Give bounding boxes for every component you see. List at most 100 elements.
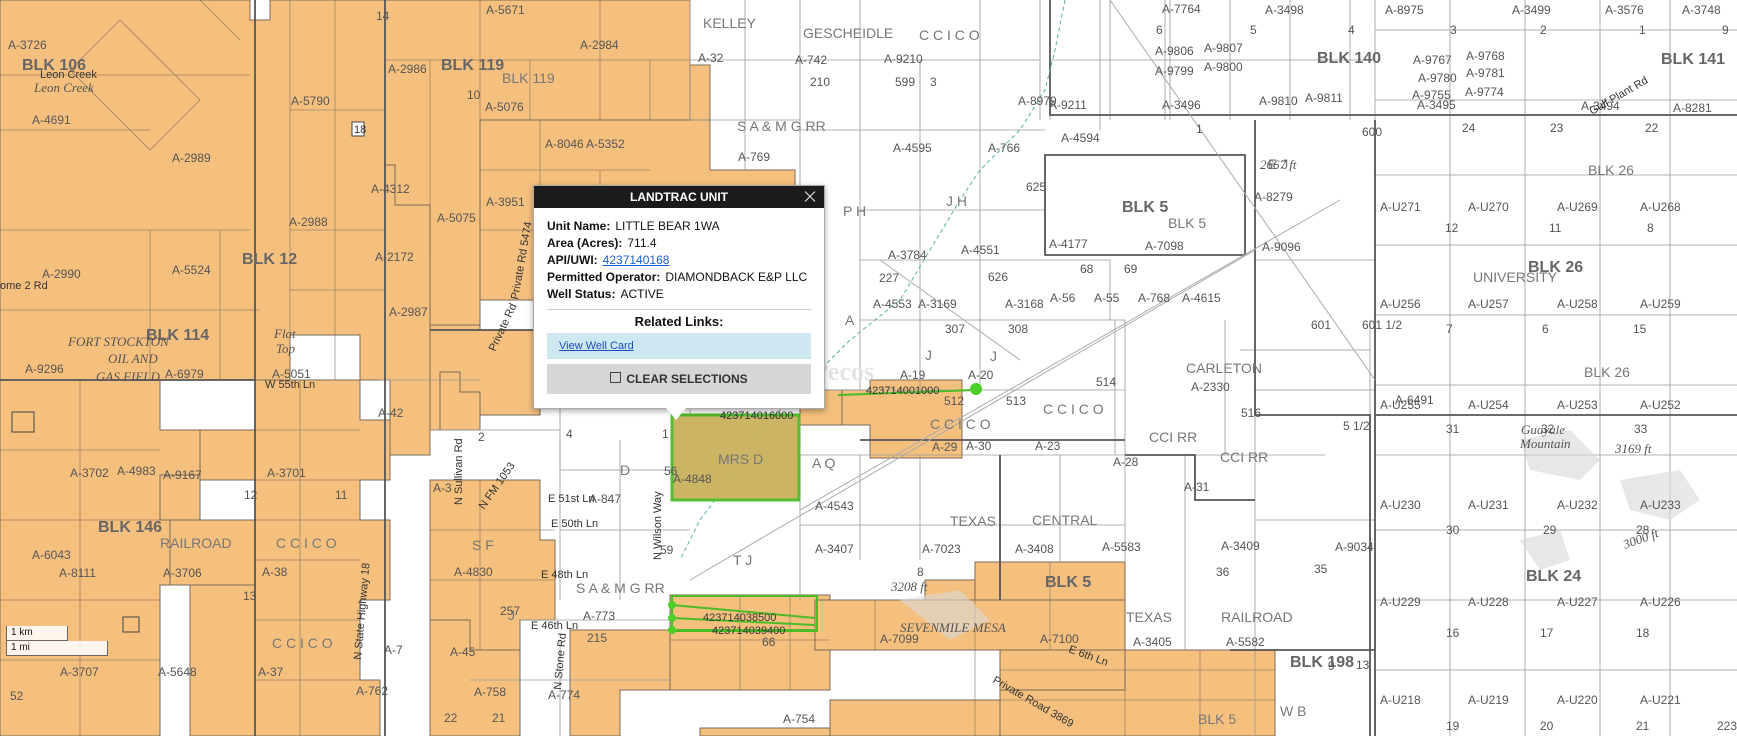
svg-text:A-31: A-31	[1184, 480, 1210, 494]
svg-text:A-20: A-20	[968, 368, 994, 382]
svg-text:1: 1	[1196, 122, 1203, 136]
svg-text:A-9210: A-9210	[884, 52, 923, 66]
well-label: 423714016000	[720, 410, 793, 422]
svg-text:A-23: A-23	[1035, 439, 1061, 453]
svg-text:CCI RR: CCI RR	[1149, 429, 1197, 445]
svg-text:A-U218: A-U218	[1380, 693, 1421, 707]
svg-text:A-U228: A-U228	[1468, 595, 1509, 609]
svg-text:A-9768: A-9768	[1466, 49, 1505, 63]
svg-text:RAILROAD: RAILROAD	[160, 535, 232, 551]
svg-text:2: 2	[1540, 23, 1547, 37]
svg-text:A-8975: A-8975	[1385, 3, 1424, 17]
svg-text:A-4553: A-4553	[873, 297, 912, 311]
block-label: BLK 198	[1290, 654, 1354, 671]
svg-text:A Q: A Q	[812, 455, 835, 471]
clear-icon	[610, 372, 622, 383]
svg-text:A-U253: A-U253	[1557, 398, 1598, 412]
well-marker[interactable]	[668, 601, 676, 609]
svg-text:599: 599	[895, 75, 915, 89]
svg-text:A-U255: A-U255	[1380, 398, 1421, 412]
svg-text:A-742: A-742	[795, 53, 827, 67]
clear-selections-button[interactable]: CLEAR SELECTIONS	[547, 364, 811, 394]
svg-text:J: J	[990, 348, 997, 364]
svg-text:A-3405: A-3405	[1133, 635, 1172, 649]
svg-text:A-9799: A-9799	[1155, 64, 1194, 78]
svg-text:601 1/2: 601 1/2	[1362, 318, 1402, 332]
block-label: BLK 5	[1122, 199, 1168, 216]
svg-text:A-9811: A-9811	[1305, 91, 1343, 105]
api-link[interactable]: 4237140168	[603, 253, 670, 267]
svg-text:A-762: A-762	[356, 684, 388, 698]
svg-text:626: 626	[988, 270, 1008, 284]
svg-text:A-9034: A-9034	[1335, 540, 1374, 554]
svg-text:A-9767: A-9767	[1413, 53, 1452, 67]
well-label: 423714039400	[712, 625, 785, 637]
svg-text:600: 600	[1362, 125, 1382, 139]
svg-text:21: 21	[492, 711, 506, 725]
svg-text:S A & M G RR: S A & M G RR	[576, 580, 665, 596]
svg-text:J: J	[925, 347, 932, 363]
svg-text:513: 513	[1006, 394, 1026, 408]
svg-text:66: 66	[762, 635, 776, 649]
svg-text:GESCHEIDLE: GESCHEIDLE	[803, 25, 893, 41]
svg-text:24: 24	[1462, 121, 1476, 135]
block-label: BLK 119	[441, 57, 504, 74]
svg-text:A-U232: A-U232	[1557, 498, 1598, 512]
svg-text:A-3702: A-3702	[70, 466, 109, 480]
svg-text:ome 2 Rd: ome 2 Rd	[0, 280, 48, 292]
svg-text:A-U256: A-U256	[1380, 297, 1421, 311]
svg-text:A-9806: A-9806	[1155, 44, 1194, 58]
svg-text:A-5648: A-5648	[158, 665, 197, 679]
svg-text:A-4177: A-4177	[1049, 237, 1088, 251]
svg-text:A-2330: A-2330	[1191, 380, 1230, 394]
svg-text:14: 14	[376, 9, 390, 23]
highway-shield-label: 18	[354, 124, 366, 136]
svg-text:A-8111: A-8111	[59, 566, 96, 580]
svg-text:A-5671: A-5671	[486, 3, 525, 17]
svg-text:W 55th Ln: W 55th Ln	[265, 379, 315, 391]
svg-text:12: 12	[244, 488, 258, 502]
unit-label: MRS D	[718, 451, 763, 467]
svg-text:A-5352: A-5352	[586, 137, 625, 151]
svg-text:A-U270: A-U270	[1468, 200, 1509, 214]
svg-text:A-U230: A-U230	[1380, 498, 1421, 512]
svg-text:31: 31	[1446, 422, 1460, 436]
svg-text:T J: T J	[733, 552, 752, 568]
svg-text:307: 307	[945, 322, 965, 336]
svg-text:A-3951: A-3951	[486, 195, 525, 209]
svg-text:A-38: A-38	[262, 565, 288, 579]
svg-text:A-7764: A-7764	[1162, 2, 1201, 16]
svg-text:56: 56	[664, 464, 678, 478]
svg-text:C C I C O: C C I C O	[272, 635, 333, 651]
svg-text:S F: S F	[472, 537, 494, 553]
svg-text:A-U226: A-U226	[1640, 595, 1681, 609]
svg-text:32: 32	[1541, 422, 1555, 436]
svg-text:RAILROAD: RAILROAD	[1221, 609, 1293, 625]
svg-text:A-9781: A-9781	[1466, 66, 1505, 80]
svg-text:Leon Creek: Leon Creek	[40, 69, 97, 81]
well-marker[interactable]	[668, 614, 676, 622]
svg-text:20: 20	[1540, 719, 1554, 733]
svg-text:13: 13	[243, 589, 257, 603]
block-label: BLK 146	[98, 519, 162, 536]
close-icon[interactable]	[802, 186, 818, 208]
svg-text:A-7: A-7	[384, 643, 403, 657]
map-canvas[interactable]: 18 BLK 106 BLK 119 BLK 119 BLK 12 BLK 11…	[0, 0, 1737, 736]
svg-text:A-U254: A-U254	[1468, 398, 1509, 412]
svg-text:A-5076: A-5076	[485, 100, 524, 114]
svg-text:21: 21	[1636, 719, 1650, 733]
well-marker[interactable]	[970, 383, 982, 395]
svg-text:A-4312: A-4312	[371, 182, 410, 196]
block-label: BLK 119	[502, 70, 555, 86]
svg-text:A-9755: A-9755	[1412, 88, 1451, 102]
svg-text:A-4595: A-4595	[893, 141, 932, 155]
svg-text:A-9780: A-9780	[1418, 71, 1457, 85]
svg-text:E 51st Ln: E 51st Ln	[548, 493, 594, 505]
svg-text:3: 3	[930, 75, 937, 89]
view-well-card-link[interactable]: View Well Card	[559, 340, 634, 352]
block-label: BLK 24	[1526, 568, 1581, 585]
well-marker[interactable]	[668, 626, 676, 634]
svg-text:GAS FIELD: GAS FIELD	[96, 369, 161, 384]
svg-text:516: 516	[1241, 406, 1261, 420]
svg-text:P H: P H	[843, 203, 866, 219]
